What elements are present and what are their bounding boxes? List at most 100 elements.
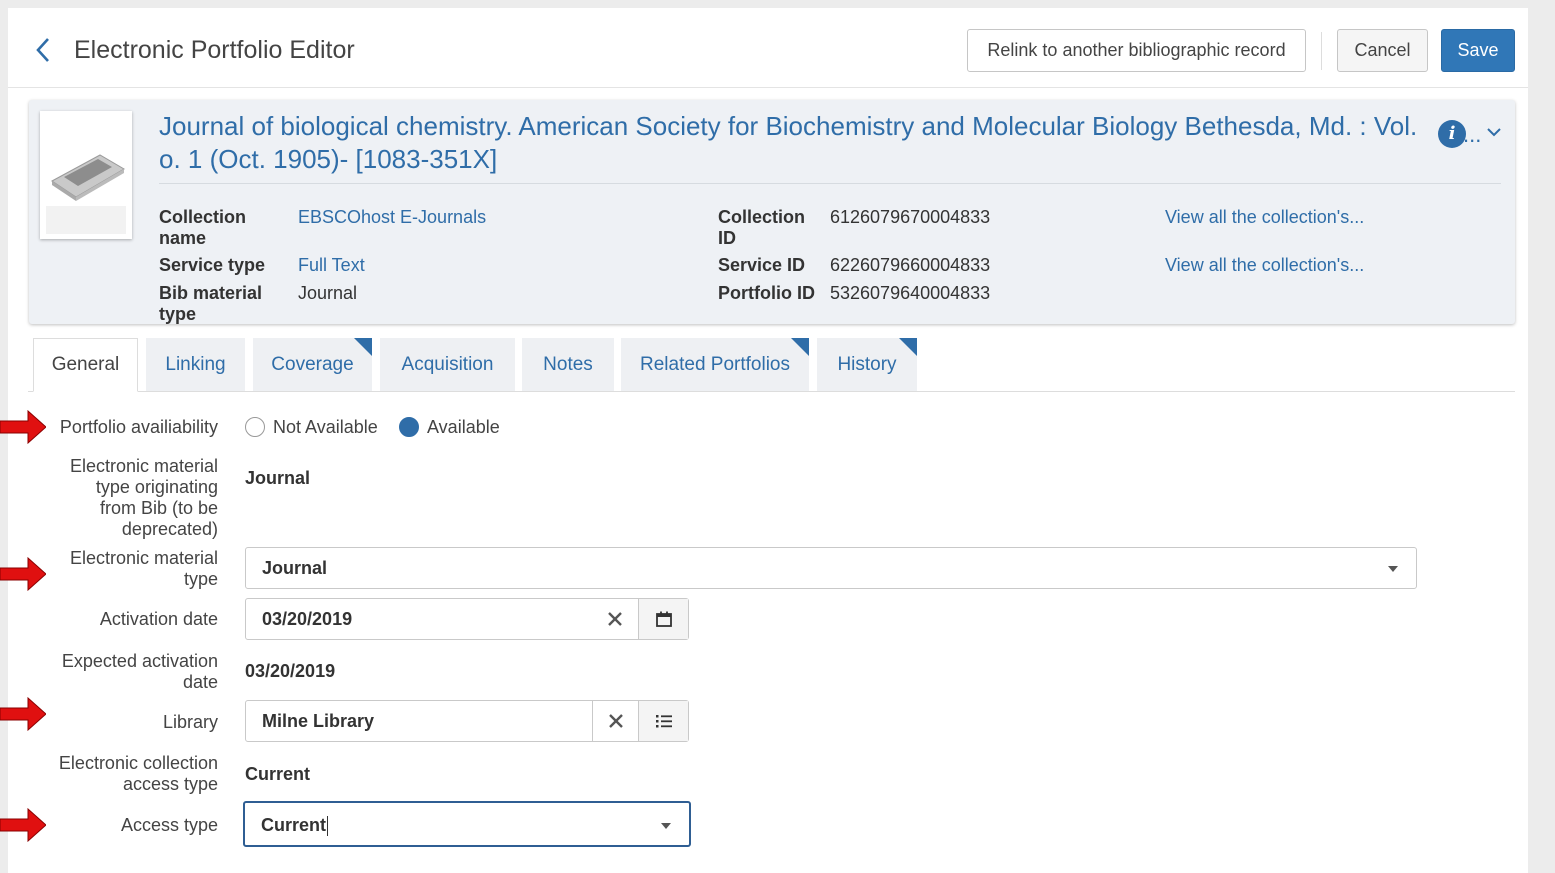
emt-from-bib-label-line-1: Electronic material xyxy=(69,456,218,476)
record-title-line-2: o. 1 (Oct. 1905)- [1083-351X] xyxy=(159,144,498,174)
expected-activation-label-line-2: date xyxy=(182,672,218,692)
header-separator xyxy=(1321,32,1322,70)
tab-bar: General Linking Coverage Acquisition Not… xyxy=(28,338,1515,392)
access-type-select[interactable]: Current xyxy=(243,801,691,847)
emt-from-bib-label-line-3: from Bib (to be xyxy=(99,498,218,518)
tab-related-portfolios-label: Related Portfolios xyxy=(640,353,790,375)
emt-from-bib-value: Journal xyxy=(245,468,311,488)
collection-name-label-line-2: name xyxy=(159,228,207,248)
portfolio-id-value: 5326079640004833 xyxy=(830,283,991,303)
ec-access-type-label: Electronic collection access type xyxy=(18,753,218,795)
journal-thumbnail-icon xyxy=(40,111,132,239)
clear-icon xyxy=(608,612,622,626)
tab-flag-icon xyxy=(354,338,372,356)
collection-name-link[interactable]: EBSCOhost E-Journals xyxy=(298,207,486,228)
emt-from-bib-label: Electronic material type originating fro… xyxy=(18,456,218,540)
tab-history[interactable]: History xyxy=(817,338,917,391)
tab-flag-icon xyxy=(791,338,809,356)
tab-history-label: History xyxy=(837,353,897,375)
page-header: Electronic Portfolio Editor Relink to an… xyxy=(8,8,1528,88)
emt-label-line-2: type xyxy=(183,569,218,589)
access-type-label: Access type xyxy=(120,815,218,835)
electronic-material-type-select[interactable]: Journal xyxy=(245,547,1417,589)
ec-access-label-line-1: Electronic collection xyxy=(58,753,218,773)
record-title[interactable]: Journal of biological chemistry. America… xyxy=(159,110,1449,176)
expected-activation-value: 03/20/2019 xyxy=(245,661,336,681)
bib-material-label-line-1: Bib material xyxy=(159,283,263,303)
record-thumbnail xyxy=(40,111,132,239)
library-clear-button[interactable] xyxy=(592,701,638,741)
info-icon[interactable]: i xyxy=(1438,120,1466,148)
dropdown-caret-icon xyxy=(661,823,671,829)
back-button[interactable] xyxy=(30,34,58,66)
service-type-label: Service type xyxy=(159,255,266,275)
card-divider xyxy=(159,183,1501,184)
calendar-button[interactable] xyxy=(638,599,688,639)
save-button[interactable]: Save xyxy=(1441,29,1515,72)
calendar-icon xyxy=(655,611,672,627)
activation-date-clear-button[interactable] xyxy=(592,599,638,639)
chevron-down-icon xyxy=(1487,128,1501,137)
available-label[interactable]: Available xyxy=(427,417,500,438)
library-value: Milne Library xyxy=(262,711,375,731)
not-available-label[interactable]: Not Available xyxy=(273,417,378,438)
tab-notes[interactable]: Notes xyxy=(522,338,614,391)
library-field[interactable]: Milne Library xyxy=(245,700,689,742)
service-type-link[interactable]: Full Text xyxy=(298,255,365,276)
emt-from-bib-label-line-2: type originating xyxy=(95,477,218,497)
red-arrow-icon xyxy=(0,808,46,842)
ec-access-label-line-2: access type xyxy=(122,774,218,794)
portfolio-id-label: Portfolio ID xyxy=(718,283,815,303)
service-id-label: Service ID xyxy=(718,255,806,275)
bib-material-label-line-2: type xyxy=(159,304,197,324)
bib-material-type-value: Journal xyxy=(298,283,358,303)
ec-access-type-value: Current xyxy=(245,764,311,784)
emt-from-bib-label-line-4: deprecated) xyxy=(121,519,218,539)
not-available-radio[interactable] xyxy=(245,417,265,437)
tab-acquisition[interactable]: Acquisition xyxy=(380,338,515,391)
activation-date-label: Activation date xyxy=(99,609,218,629)
back-chevron-icon xyxy=(36,38,49,62)
red-arrow-icon xyxy=(0,410,46,444)
service-id-value: 6226079660004833 xyxy=(830,255,991,275)
tab-flag-icon xyxy=(899,338,917,356)
view-collection-link-1[interactable]: View all the collection's... xyxy=(1165,207,1364,228)
dropdown-caret-icon xyxy=(1388,566,1398,572)
red-arrow-icon xyxy=(0,557,46,591)
tab-general[interactable]: General xyxy=(33,338,138,392)
access-type-value: Current xyxy=(261,815,329,837)
collection-name-label: Collection name xyxy=(159,207,246,249)
collection-name-label-line-1: Collection xyxy=(159,207,247,227)
clear-icon xyxy=(608,714,623,728)
tab-coverage-label: Coverage xyxy=(271,353,354,375)
collection-id-label: Collection ID xyxy=(718,207,805,249)
portfolio-availability-label: Portfolio availiability xyxy=(59,417,218,437)
portfolio-editor-page: Electronic Portfolio Editor Relink to an… xyxy=(8,8,1528,873)
bib-material-type-label: Bib material type xyxy=(159,283,262,325)
record-summary-card: Journal of biological chemistry. America… xyxy=(29,100,1515,324)
electronic-material-type-label: Electronic material type xyxy=(18,548,218,590)
record-title-line-1: Journal of biological chemistry. America… xyxy=(159,111,1418,141)
collection-id-value: 6126079670004833 xyxy=(830,207,991,227)
tab-related-portfolios[interactable]: Related Portfolios xyxy=(621,338,809,391)
view-collection-link-2[interactable]: View all the collection's... xyxy=(1165,255,1364,276)
library-list-button[interactable] xyxy=(638,701,688,741)
cancel-button[interactable]: Cancel xyxy=(1337,29,1428,72)
access-type-text: Current xyxy=(261,815,327,835)
emt-label-line-1: Electronic material xyxy=(69,548,218,568)
page-title: Electronic Portfolio Editor xyxy=(74,36,355,64)
title-ellipsis: ... xyxy=(1463,122,1482,147)
collection-id-label-line-2: ID xyxy=(718,228,736,248)
expected-activation-label-line-1: Expected activation xyxy=(61,651,218,671)
expected-activation-label: Expected activation date xyxy=(18,651,218,693)
relink-button[interactable]: Relink to another bibliographic record xyxy=(967,29,1306,72)
expand-button[interactable] xyxy=(1484,122,1504,142)
activation-date-field[interactable]: 03/20/2019 xyxy=(245,598,689,640)
electronic-material-type-value: Journal xyxy=(262,558,328,578)
tab-linking[interactable]: Linking xyxy=(146,338,245,391)
available-radio[interactable] xyxy=(399,417,419,437)
library-label: Library xyxy=(162,712,218,732)
tab-coverage[interactable]: Coverage xyxy=(253,338,372,391)
red-arrow-icon xyxy=(0,697,46,731)
collection-id-label-line-1: Collection xyxy=(718,207,806,227)
